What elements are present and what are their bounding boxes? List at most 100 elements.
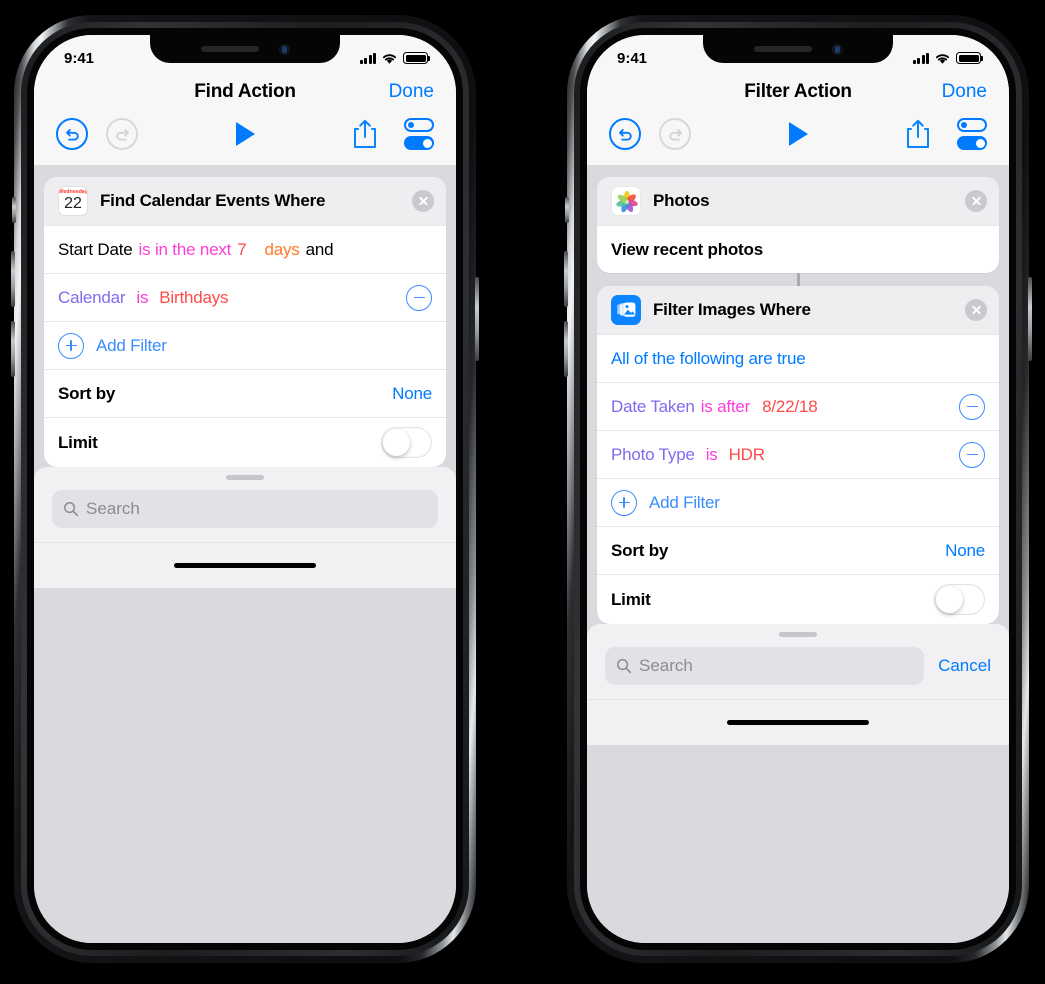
home-indicator[interactable] bbox=[174, 563, 316, 568]
limit-row[interactable]: Limit bbox=[597, 574, 999, 624]
sort-by-value[interactable]: None bbox=[392, 384, 432, 404]
search-placeholder: Search bbox=[639, 656, 693, 675]
page-title: Find Action bbox=[194, 81, 296, 102]
share-icon[interactable] bbox=[352, 119, 378, 149]
limit-toggle[interactable] bbox=[381, 427, 432, 458]
search-input[interactable]: Search bbox=[605, 647, 925, 685]
notch bbox=[150, 35, 340, 63]
action-description-row[interactable]: View recent photos bbox=[597, 225, 999, 273]
cellular-bars-icon bbox=[912, 52, 929, 64]
phone-screen: 9:41 Filter Action Done Photos View rece… bbox=[587, 35, 1009, 943]
editor-toolbar bbox=[34, 103, 456, 165]
redo-icon bbox=[659, 118, 691, 150]
condition-mode-label[interactable]: All of the following are true bbox=[611, 349, 806, 369]
filter-row-start-date[interactable]: Start Date is in the next 7 days and bbox=[44, 225, 446, 273]
power-button[interactable] bbox=[475, 277, 479, 361]
sheet-grabber[interactable] bbox=[226, 475, 264, 480]
filter-row-photo-type[interactable]: Photo Type is HDR bbox=[597, 430, 999, 478]
search-input[interactable]: Search bbox=[52, 490, 438, 528]
redo-icon bbox=[106, 118, 138, 150]
minus-icon[interactable] bbox=[959, 441, 985, 468]
battery-full-icon bbox=[403, 52, 431, 64]
filter-images-icon bbox=[611, 295, 641, 325]
nav-bar: Filter Action Done bbox=[587, 75, 1009, 103]
shortcut-actions-list: Photos View recent photos Filter Images … bbox=[587, 165, 1009, 943]
add-filter-label[interactable]: Add Filter bbox=[96, 336, 167, 356]
status-time: 9:41 bbox=[64, 49, 95, 67]
action-card-find-calendar-events[interactable]: Wednesday 22 Find Calendar Events Where … bbox=[44, 177, 446, 467]
search-icon bbox=[617, 659, 632, 674]
nav-bar: Find Action Done bbox=[34, 75, 456, 103]
volume-down-button[interactable] bbox=[564, 321, 568, 377]
front-camera-icon bbox=[278, 43, 290, 55]
action-card-header: Photos bbox=[597, 177, 999, 225]
search-placeholder: Search bbox=[86, 499, 140, 518]
home-indicator[interactable] bbox=[727, 720, 869, 725]
silent-switch[interactable] bbox=[12, 197, 16, 223]
sort-by-row[interactable]: Sort by None bbox=[44, 369, 446, 417]
cancel-button[interactable]: Cancel bbox=[938, 656, 991, 676]
wifi-icon bbox=[382, 53, 397, 64]
plus-icon[interactable] bbox=[58, 332, 84, 359]
undo-icon[interactable] bbox=[56, 118, 88, 150]
play-icon[interactable] bbox=[788, 122, 808, 146]
condition-mode-row[interactable]: All of the following are true bbox=[597, 334, 999, 382]
search-sheet: Search Cancel bbox=[587, 624, 1009, 745]
earpiece-speaker-icon bbox=[200, 46, 259, 52]
add-filter-row[interactable]: Add Filter bbox=[597, 478, 999, 526]
sort-by-label: Sort by bbox=[58, 383, 116, 403]
action-card-header: Filter Images Where bbox=[597, 286, 999, 334]
done-button[interactable]: Done bbox=[942, 81, 987, 103]
search-sheet: Search bbox=[34, 467, 456, 588]
silent-switch[interactable] bbox=[565, 197, 569, 223]
plus-icon[interactable] bbox=[611, 489, 637, 516]
toggles-icon[interactable] bbox=[404, 118, 434, 150]
status-time: 9:41 bbox=[617, 49, 648, 67]
iphone-find-action: 9:41 Find Action Done Wednesday 22 Find … bbox=[11, 15, 479, 963]
notch bbox=[703, 35, 893, 63]
phone-screen: 9:41 Find Action Done Wednesday 22 Find … bbox=[34, 35, 456, 943]
shortcut-actions-list: Wednesday 22 Find Calendar Events Where … bbox=[34, 165, 456, 943]
add-filter-row[interactable]: Add Filter bbox=[44, 321, 446, 369]
iphone-filter-action: 9:41 Filter Action Done Photos View rece… bbox=[564, 15, 1032, 963]
limit-row[interactable]: Limit bbox=[44, 417, 446, 467]
photos-icon bbox=[611, 186, 641, 216]
toggles-icon[interactable] bbox=[957, 118, 987, 150]
undo-icon[interactable] bbox=[609, 118, 641, 150]
done-button[interactable]: Done bbox=[389, 81, 434, 103]
filter-row-date-taken[interactable]: Date Taken is after 8/22/18 bbox=[597, 382, 999, 430]
minus-icon[interactable] bbox=[406, 284, 432, 311]
close-icon[interactable] bbox=[965, 190, 987, 212]
close-icon[interactable] bbox=[965, 299, 987, 321]
filter-row-calendar[interactable]: Calendar is Birthdays bbox=[44, 273, 446, 321]
volume-down-button[interactable] bbox=[11, 321, 15, 377]
screenshot-stage: 9:41 Find Action Done Wednesday 22 Find … bbox=[0, 0, 1045, 984]
action-title: Find Calendar Events Where bbox=[100, 191, 326, 210]
sort-by-row[interactable]: Sort by None bbox=[597, 526, 999, 574]
play-icon[interactable] bbox=[235, 122, 255, 146]
home-indicator-area bbox=[34, 542, 456, 588]
action-card-header: Wednesday 22 Find Calendar Events Where bbox=[44, 177, 446, 225]
sort-by-value[interactable]: None bbox=[945, 541, 985, 561]
close-icon[interactable] bbox=[412, 190, 434, 212]
action-card-photos[interactable]: Photos View recent photos bbox=[597, 177, 999, 273]
search-icon bbox=[64, 502, 79, 517]
action-card-filter-images[interactable]: Filter Images Where All of the following… bbox=[597, 286, 999, 624]
page-title: Filter Action bbox=[744, 81, 852, 102]
wifi-icon bbox=[935, 53, 950, 64]
volume-up-button[interactable] bbox=[564, 251, 568, 307]
power-button[interactable] bbox=[1028, 277, 1032, 361]
limit-label: Limit bbox=[611, 589, 651, 609]
action-title: Photos bbox=[653, 191, 710, 210]
home-indicator-area bbox=[587, 699, 1009, 745]
sheet-grabber[interactable] bbox=[779, 632, 817, 637]
limit-toggle[interactable] bbox=[934, 584, 985, 615]
add-filter-label[interactable]: Add Filter bbox=[649, 493, 720, 513]
battery-full-icon bbox=[956, 52, 984, 64]
share-icon[interactable] bbox=[905, 119, 931, 149]
action-title: Filter Images Where bbox=[653, 300, 811, 319]
minus-icon[interactable] bbox=[959, 393, 985, 420]
volume-up-button[interactable] bbox=[11, 251, 15, 307]
action-connector-line bbox=[796, 273, 800, 286]
earpiece-speaker-icon bbox=[753, 46, 812, 52]
